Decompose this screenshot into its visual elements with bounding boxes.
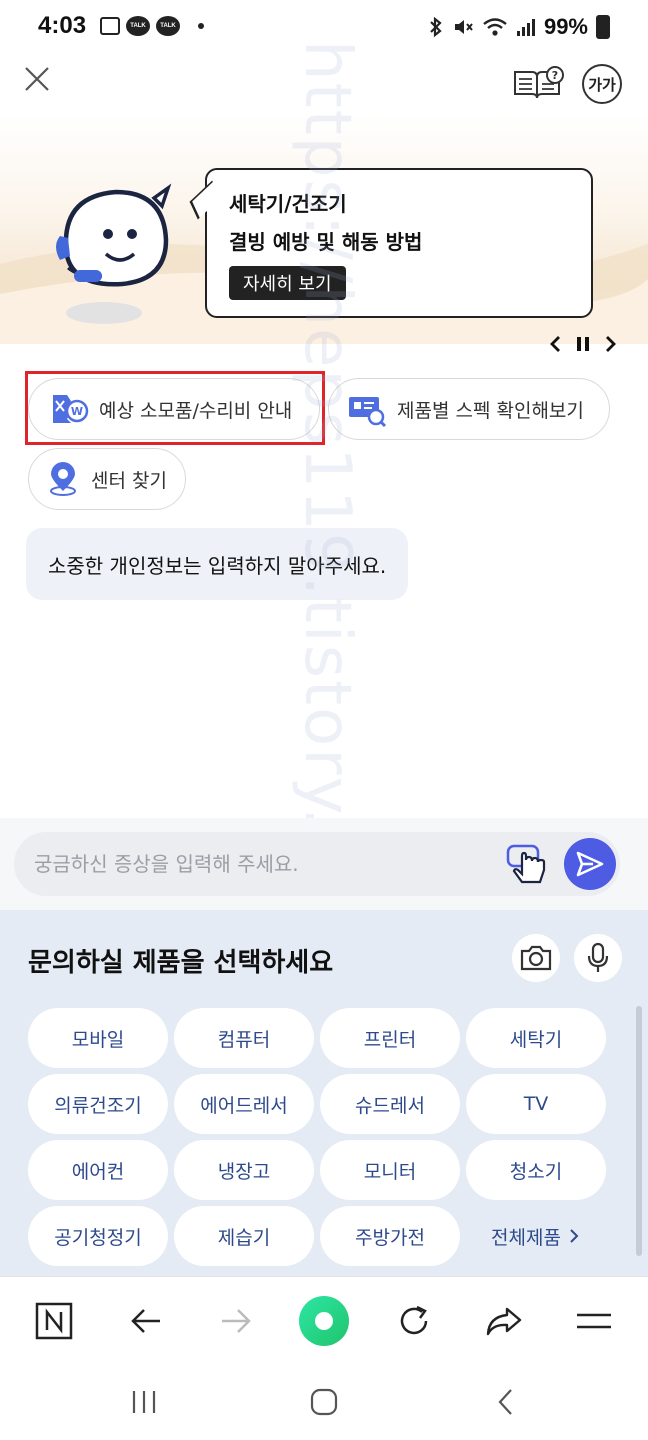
book-help-icon: ?: [514, 66, 564, 99]
chatbot-mascot: [46, 176, 176, 326]
naver-home-button[interactable]: [32, 1299, 76, 1343]
signal-icon: [516, 19, 535, 36]
all-products-link[interactable]: 전체제품: [466, 1206, 606, 1266]
location-pin-icon: [50, 462, 76, 496]
chatbot-character-icon: [56, 183, 172, 324]
touch-hand-icon: [506, 844, 546, 884]
panel-scrollbar[interactable]: [636, 1006, 642, 1256]
product-button[interactable]: 주방가전: [320, 1206, 460, 1266]
system-status: 99%: [428, 14, 610, 40]
product-button[interactable]: 에어드레서: [174, 1074, 314, 1134]
back-button[interactable]: [124, 1299, 168, 1343]
product-button[interactable]: 컴퓨터: [174, 1008, 314, 1068]
status-bar: 4:03 TALK TALK 99%: [0, 0, 648, 54]
promo-title-line1: 세탁기/건조기: [229, 192, 347, 216]
product-button[interactable]: 에어컨: [28, 1140, 168, 1200]
refresh-button[interactable]: [392, 1299, 436, 1343]
forward-button[interactable]: [214, 1299, 258, 1343]
product-select-panel: 문의하실 제품을 선택하세요 모바일 컴퓨터 프린터 세탁기 의류건조기 에어드…: [0, 910, 648, 1276]
spec-check-chip[interactable]: 제품별 스펙 확인해보기: [328, 378, 610, 440]
share-arrow-icon: [486, 1307, 522, 1336]
product-button[interactable]: 슈드레서: [320, 1074, 460, 1134]
hamburger-icon: [577, 1313, 611, 1329]
user-guide-button[interactable]: ?: [512, 64, 566, 102]
product-button[interactable]: 모바일: [28, 1008, 168, 1068]
status-time: 4:03: [38, 12, 87, 39]
send-button[interactable]: [564, 838, 616, 890]
chip-label: 센터 찾기: [91, 469, 167, 492]
promo-title-line2: 결빙 예방 및 해동 방법: [229, 230, 423, 254]
promo-more-button[interactable]: 자세히 보기: [229, 266, 346, 300]
camera-icon: [520, 945, 552, 971]
touch-mode-button[interactable]: [504, 840, 552, 888]
product-button[interactable]: 세탁기: [466, 1008, 606, 1068]
product-button[interactable]: 공기청정기: [28, 1206, 168, 1266]
spec-search-icon: [349, 397, 387, 427]
product-button[interactable]: 프린터: [320, 1008, 460, 1068]
hero-banner: 세탁기/건조기 결빙 예방 및 해동 방법 자세히 보기: [0, 114, 648, 344]
pause-icon[interactable]: [574, 334, 592, 354]
panel-title: 문의하실 제품을 선택하세요: [28, 948, 334, 978]
all-products-label: 전체제품: [491, 1226, 561, 1249]
product-button[interactable]: 청소기: [466, 1140, 606, 1200]
notification-icons: TALK TALK: [100, 16, 204, 36]
battery-percent: 99%: [543, 14, 588, 39]
chip-label: 제품별 스펙 확인해보기: [397, 399, 584, 422]
chevron-left-icon: [498, 1389, 512, 1415]
share-button[interactable]: [482, 1299, 526, 1343]
symptom-input[interactable]: [34, 832, 494, 896]
product-button[interactable]: 의류건조기: [28, 1074, 168, 1134]
chevron-left-icon[interactable]: [548, 334, 562, 354]
chat-header: ? 가가: [0, 54, 648, 114]
microphone-icon: [587, 942, 609, 972]
find-center-chip[interactable]: 센터 찾기: [28, 448, 186, 510]
close-icon: [25, 67, 49, 91]
more-notifications-icon: [198, 23, 204, 29]
product-button[interactable]: 제습기: [174, 1206, 314, 1266]
home-icon: [310, 1388, 338, 1416]
chat-input-box: [14, 832, 620, 896]
font-size-button[interactable]: 가가: [582, 64, 622, 104]
banner-controls: [548, 334, 618, 354]
voice-button[interactable]: [574, 934, 622, 982]
highlight-box: [25, 371, 325, 445]
privacy-notice: 소중한 개인정보는 입력하지 말아주세요.: [26, 528, 409, 600]
recent-apps-icon: [132, 1391, 156, 1413]
green-dot-icon: [299, 1296, 349, 1346]
green-dot-button[interactable]: [298, 1295, 350, 1347]
close-button[interactable]: [22, 64, 52, 94]
arrow-right-icon: [222, 1309, 251, 1333]
home-button[interactable]: [304, 1382, 344, 1422]
system-back-button[interactable]: [486, 1382, 526, 1422]
camera-button[interactable]: [512, 934, 560, 982]
product-button[interactable]: TV: [466, 1074, 606, 1134]
naver-n-icon: [35, 1302, 73, 1340]
product-button[interactable]: 모니터: [320, 1140, 460, 1200]
product-button[interactable]: 냉장고: [174, 1140, 314, 1200]
chat-input-area: [0, 818, 648, 910]
mute-icon: [454, 20, 473, 34]
battery-icon: [596, 15, 610, 39]
kakaotalk-icon: TALK: [156, 16, 180, 36]
refresh-icon: [400, 1305, 428, 1335]
svg-text:?: ?: [552, 69, 558, 82]
promo-bubble[interactable]: 세탁기/건조기 결빙 예방 및 해동 방법 자세히 보기: [189, 168, 593, 318]
send-icon: [576, 851, 604, 877]
kakaotalk-icon: TALK: [126, 16, 150, 36]
chevron-right-icon: [570, 1229, 579, 1243]
recent-apps-button[interactable]: [124, 1382, 164, 1422]
arrow-left-icon: [131, 1309, 160, 1333]
chevron-right-icon[interactable]: [604, 334, 618, 354]
wifi-icon: [483, 18, 507, 36]
android-nav-bar: [0, 1364, 648, 1440]
browser-toolbar: [0, 1276, 648, 1364]
menu-button[interactable]: [572, 1299, 616, 1343]
bluetooth-icon: [430, 16, 442, 38]
gallery-icon: [100, 17, 120, 35]
